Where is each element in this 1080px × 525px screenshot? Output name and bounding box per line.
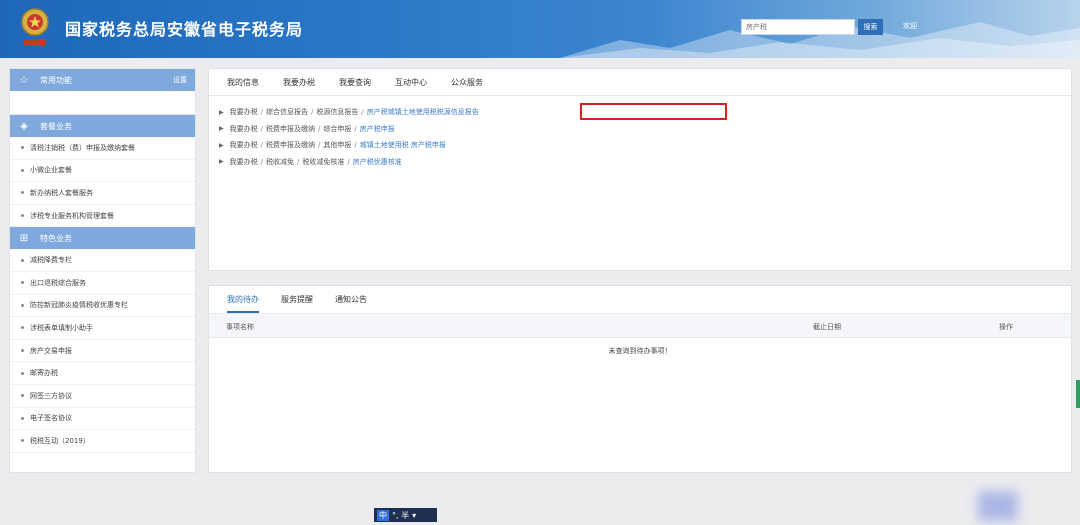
sidebar-item[interactable]: 出口退税综合服务	[10, 272, 195, 295]
layers-icon: ◈	[20, 120, 28, 132]
sidebar-item-label: 网签三方协议	[30, 391, 72, 400]
favorites-label: 常用功能	[40, 75, 72, 85]
star-icon: ☆	[19, 74, 29, 86]
col-item-name: 事项名称	[226, 323, 254, 331]
result-link[interactable]: ▶ 我要办税 / 税收减免 / 税收减免核准 / 房产税优惠核准	[209, 154, 1071, 171]
sidebar-item-label: 邮寄办税	[30, 369, 58, 378]
sidebar-item-label: 新办纳税人套餐服务	[30, 188, 93, 197]
search-input[interactable]	[741, 19, 855, 35]
result-link[interactable]: ▶ 我要办税 / 税费申报及缴纳 / 其他申报 / 城镇土地使用税 房产税申报	[209, 137, 1071, 154]
section-package-header[interactable]: ◈ 套餐业务	[10, 115, 195, 137]
col-action: 操作	[999, 323, 1013, 331]
header-banner: 国家税务总局安徽省电子税务局 搜索 欢迎	[0, 0, 1080, 58]
sidebar-item[interactable]: 小微企业套餐	[10, 160, 195, 183]
section-feature-label: 特色业务	[40, 233, 72, 243]
col-deadline: 截止日期	[813, 323, 841, 331]
sidebar-item[interactable]: 减税降费专栏	[10, 249, 195, 272]
search-results-panel: 我的信息 我要办税 我要查询 互动中心 公众服务 ▶ 我要办税 / 综合信息报告 /…	[208, 68, 1072, 271]
caret-right-icon: ▶	[219, 158, 224, 166]
caret-right-icon: ▶	[219, 108, 224, 116]
tab-my-info[interactable]: 我的信息	[227, 77, 259, 88]
sidebar-item[interactable]: 网签三方协议	[10, 385, 195, 408]
floating-widget-icon[interactable]	[978, 491, 1018, 521]
site-title: 国家税务总局安徽省电子税务局	[65, 20, 304, 39]
caret-right-icon: ▶	[219, 141, 224, 149]
sidebar-item-label: 房产交易申报	[30, 346, 72, 355]
caret-right-icon: ▶	[219, 125, 224, 133]
todo-panel: 我的待办 服务提醒 通知公告 事项名称 截止日期 操作 未查询到待办事项！	[208, 285, 1072, 473]
side-tab[interactable]	[1076, 380, 1080, 408]
ime-status-bar[interactable]: 中 °, 半 ▾	[374, 508, 437, 522]
sidebar-item[interactable]: 邮寄办税	[10, 362, 195, 385]
favorites-header[interactable]: ☆ 常用功能 设置	[10, 69, 195, 91]
result-link[interactable]: ▶ 我要办税 / 税费申报及缴纳 / 综合申报 / 房产税申报	[209, 121, 1071, 138]
sidebar: ☆ 常用功能 设置 ◈ 套餐业务 清税注销税（费）申报及缴纳套餐 小微企业套餐 …	[9, 68, 196, 473]
ime-status: °, 半	[392, 510, 410, 520]
todo-tabs: 我的待办 服务提醒 通知公告	[209, 286, 1071, 314]
tab-service-reminder[interactable]: 服务提醒	[281, 294, 313, 313]
section-feature-header[interactable]: ⊞ 特色业务	[10, 227, 195, 250]
sidebar-item-label: 涉税专业服务机构管理套餐	[30, 211, 114, 220]
grid-icon: ⊞	[19, 232, 29, 244]
sidebar-item-label: 小微企业套餐	[30, 166, 72, 175]
tab-public-service[interactable]: 公众服务	[451, 77, 483, 88]
section-package-label: 套餐业务	[40, 121, 72, 131]
tab-query[interactable]: 我要查询	[339, 77, 371, 88]
highlight-box	[580, 103, 727, 120]
sidebar-item[interactable]: 电子签名协议	[10, 408, 195, 431]
welcome-link[interactable]: 欢迎	[903, 21, 917, 31]
tab-interaction[interactable]: 互动中心	[395, 77, 427, 88]
tab-do-tax[interactable]: 我要办税	[283, 77, 315, 88]
sidebar-item-label: 防控新冠肺炎疫情税收优惠专栏	[30, 301, 128, 310]
sidebar-item[interactable]: 涉税专业服务机构管理套餐	[10, 205, 195, 228]
todo-table-header: 事项名称 截止日期 操作	[209, 314, 1071, 338]
sidebar-item[interactable]: 清税注销税（费）申报及缴纳套餐	[10, 137, 195, 160]
ime-mode: 中	[377, 509, 389, 521]
tab-notice[interactable]: 通知公告	[335, 294, 367, 313]
sidebar-item-label: 税税互动（2019）	[30, 436, 90, 445]
sidebar-item-label: 减税降费专栏	[30, 256, 72, 265]
search-button[interactable]: 搜索	[858, 19, 883, 35]
sidebar-item-label: 出口退税综合服务	[30, 278, 86, 287]
sidebar-item[interactable]: 涉税表单填制小助手	[10, 317, 195, 340]
sidebar-item-label: 涉税表单填制小助手	[30, 323, 93, 332]
shirt-icon: ▾	[412, 510, 417, 520]
sidebar-item[interactable]: 税税互动（2019）	[10, 430, 195, 453]
sidebar-item[interactable]: 防控新冠肺炎疫情税收优惠专栏	[10, 295, 195, 318]
sidebar-item-label: 电子签名协议	[30, 414, 72, 423]
favorites-body	[10, 91, 195, 115]
sidebar-item[interactable]: 新办纳税人套餐服务	[10, 182, 195, 205]
sidebar-item[interactable]: 房产交易申报	[10, 340, 195, 363]
sidebar-item-label: 清税注销税（费）申报及缴纳套餐	[30, 143, 135, 152]
tax-emblem-icon	[21, 8, 49, 46]
settings-link[interactable]: 设置	[173, 75, 187, 85]
main-nav-tabs: 我的信息 我要办税 我要查询 互动中心 公众服务	[209, 69, 1071, 96]
tab-my-todo[interactable]: 我的待办	[227, 294, 259, 313]
empty-message: 未查询到待办事项！	[608, 347, 672, 355]
